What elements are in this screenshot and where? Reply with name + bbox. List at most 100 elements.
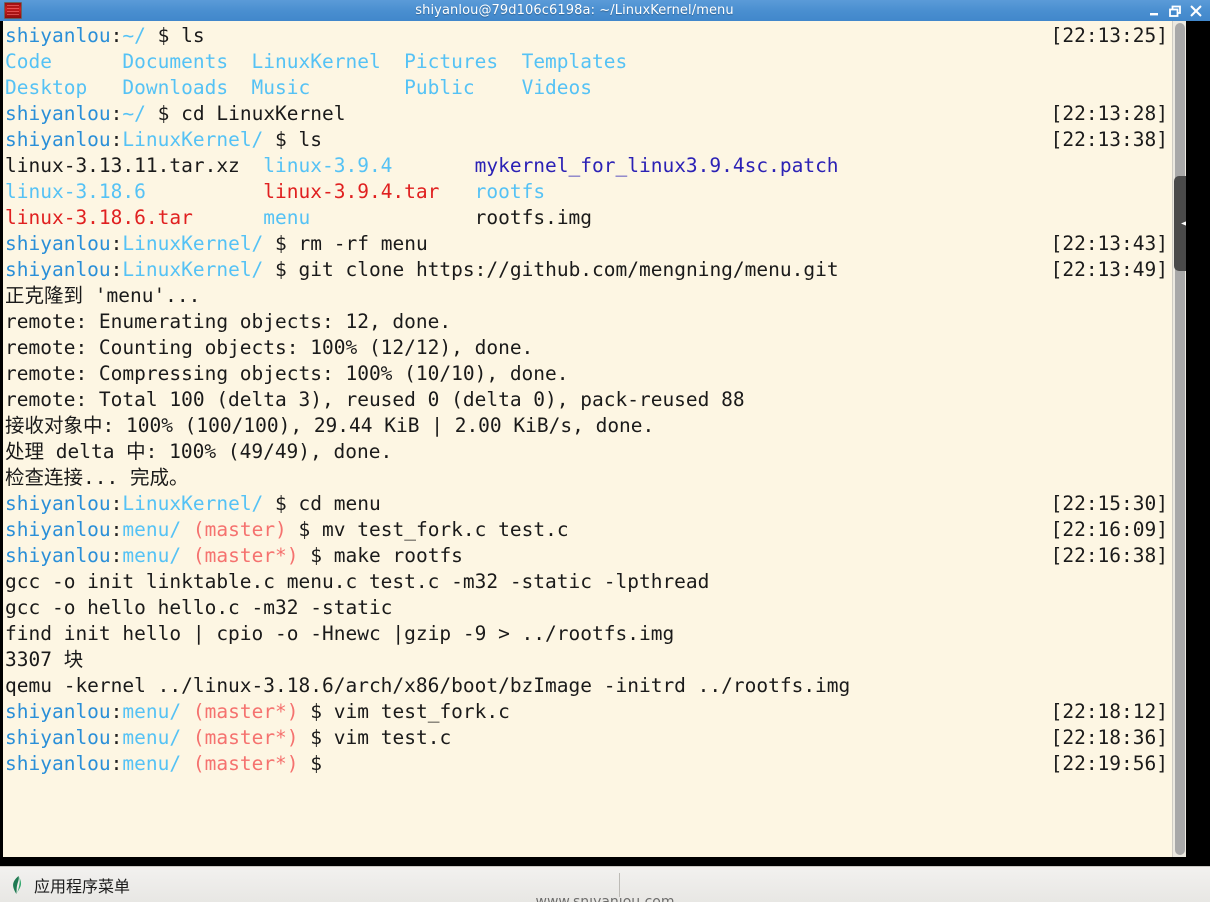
applications-menu-button[interactable]: 应用程序菜单 — [0, 868, 140, 902]
command-timestamp: [22:18:12] — [1050, 700, 1168, 723]
prompt-path: menu/ — [122, 544, 182, 567]
prompt-user: shiyanlou — [5, 24, 111, 47]
terminal-prompt-line: shiyanlou:menu/ (master*) $ vim test_for… — [5, 699, 1186, 725]
prompt-user: shiyanlou — [5, 700, 111, 723]
prompt-dollar-sign: $ — [145, 102, 182, 125]
output-segment: linux-3.9.4 — [263, 154, 475, 177]
command-timestamp: [22:16:38] — [1050, 544, 1168, 567]
output-segment: LinuxKernel — [251, 50, 405, 73]
window-titlebar[interactable]: shiyanlou@79d106c6198a: ~/LinuxKernel/me… — [0, 0, 1210, 21]
terminal-output-line: find init hello | cpio -o -Hnewc |gzip -… — [5, 621, 1186, 647]
prompt-command: mv test_fork.c test.c — [322, 518, 569, 541]
prompt-branch: (master*) — [192, 726, 299, 749]
terminal-lines-container: shiyanlou:~/ $ ls [22:13:25] Code Document… — [3, 21, 1186, 777]
terminal-output-line: 正克隆到 'menu'... — [5, 283, 1186, 309]
prompt-user: shiyanlou — [5, 726, 111, 749]
output-segment: 检查连接... 完成。 — [5, 466, 189, 489]
output-segment: Documents — [122, 50, 252, 73]
prompt-command: vim test.c — [333, 726, 452, 749]
prompt-branch: (master*) — [192, 700, 299, 723]
prompt-dollar-sign: $ — [263, 492, 299, 515]
prompt-command: ls — [181, 24, 205, 47]
prompt-path: menu/ — [122, 518, 182, 541]
prompt-branch: (master) — [192, 518, 287, 541]
terminal-output-line: remote: Counting objects: 100% (12/12), … — [5, 335, 1186, 361]
prompt-dollar-sign: $ — [298, 752, 334, 775]
maximize-button[interactable] — [1168, 4, 1182, 18]
command-timestamp: [22:13:49] — [1050, 258, 1168, 281]
output-segment: linux-3.13.11.tar.xz — [5, 154, 264, 177]
prompt-separator: : — [110, 258, 123, 281]
prompt-dollar-sign: $ — [263, 128, 299, 151]
prompt-path: ~/ — [122, 24, 146, 47]
prompt-path: menu/ — [122, 700, 182, 723]
prompt-user: shiyanlou — [5, 518, 111, 541]
prompt-path: menu/ — [122, 726, 182, 749]
prompt-dollar-sign: $ — [145, 24, 182, 47]
terminal-output-line: 处理 delta 中: 100% (49/49), done. — [5, 439, 1186, 465]
terminal-prompt-line: shiyanlou:~/ $ cd LinuxKernel [22:13:28] — [5, 101, 1186, 127]
output-segment: linux-3.9.4.tar — [263, 180, 475, 203]
prompt-separator: : — [110, 128, 123, 151]
terminal-output-line: 3307 块 — [5, 647, 1186, 673]
window-controls — [1147, 4, 1203, 18]
taskbar-window-list[interactable] — [620, 868, 1210, 902]
scrollbar-thumb[interactable] — [1174, 176, 1186, 271]
terminal-output-line: 检查连接... 完成。 — [5, 465, 1186, 491]
prompt-separator: : — [110, 518, 123, 541]
prompt-separator: : — [110, 726, 123, 749]
terminal-scrollbar[interactable] — [1172, 21, 1186, 857]
prompt-dollar-sign: $ — [286, 518, 323, 541]
prompt-dollar-sign: $ — [298, 700, 334, 723]
prompt-user: shiyanlou — [5, 752, 111, 775]
output-segment: remote: Enumerating objects: 12, done. — [5, 310, 452, 333]
command-timestamp: [22:13:43] — [1050, 232, 1168, 255]
prompt-path: menu/ — [122, 752, 182, 775]
prompt-user: shiyanlou — [5, 128, 111, 151]
output-segment: gcc -o init linktable.c menu.c test.c -m… — [5, 570, 710, 593]
window-title: shiyanlou@79d106c6198a: ~/LinuxKernel/me… — [415, 3, 734, 18]
prompt-branch: (master*) — [192, 544, 299, 567]
terminal-prompt-line: shiyanlou:LinuxKernel/ $ rm -rf menu [22:… — [5, 231, 1186, 257]
prompt-path: LinuxKernel/ — [122, 258, 264, 281]
prompt-command: make rootfs — [333, 544, 463, 567]
output-segment: remote: Total 100 (delta 3), reused 0 (d… — [5, 388, 745, 411]
output-segment: find init hello | cpio -o -Hnewc |gzip -… — [5, 622, 675, 645]
output-segment: rootfs.img — [474, 206, 593, 229]
terminal-output-area[interactable]: shiyanlou:~/ $ ls [22:13:25] Code Document… — [3, 21, 1186, 857]
output-segment — [146, 180, 263, 203]
output-segment — [310, 206, 474, 229]
minimize-button[interactable] — [1147, 4, 1161, 18]
prompt-dollar-sign: $ — [263, 258, 299, 281]
command-timestamp: [22:13:25] — [1050, 24, 1168, 47]
terminal-output-line: gcc -o hello hello.c -m32 -static — [5, 595, 1186, 621]
output-segment: Downloads — [122, 76, 252, 99]
prompt-separator: : — [110, 102, 123, 125]
command-timestamp: [22:13:28] — [1050, 102, 1168, 125]
prompt-command: git clone https://github.com/mengning/me… — [298, 258, 839, 281]
terminal-icon — [4, 2, 22, 19]
prompt-separator: : — [110, 232, 123, 255]
terminal-prompt-line: shiyanlou:menu/ (master*) $ make rootfs [… — [5, 543, 1186, 569]
output-segment — [193, 206, 263, 229]
prompt-dollar-sign: $ — [298, 726, 334, 749]
scrollbar-track[interactable] — [1175, 23, 1185, 855]
prompt-command: vim test_fork.c — [333, 700, 510, 723]
close-button[interactable] — [1189, 4, 1203, 18]
site-watermark: www.shiyanlou.com — [0, 898, 1210, 902]
prompt-separator: : — [110, 24, 123, 47]
prompt-command: cd LinuxKernel — [181, 102, 346, 125]
terminal-output-line: Code Documents LinuxKernel Pictures Temp… — [5, 49, 1186, 75]
output-segment: 正克隆到 'menu'... — [5, 284, 201, 307]
terminal-output-line: 接收对象中: 100% (100/100), 29.44 KiB | 2.00 … — [5, 413, 1186, 439]
output-segment: 处理 delta 中: 100% (49/49), done. — [5, 440, 393, 463]
output-segment: gcc -o hello hello.c -m32 -static — [5, 596, 393, 619]
output-segment: linux-3.18.6.tar — [5, 206, 193, 229]
prompt-dollar-sign: $ — [263, 232, 299, 255]
prompt-separator: : — [110, 492, 123, 515]
